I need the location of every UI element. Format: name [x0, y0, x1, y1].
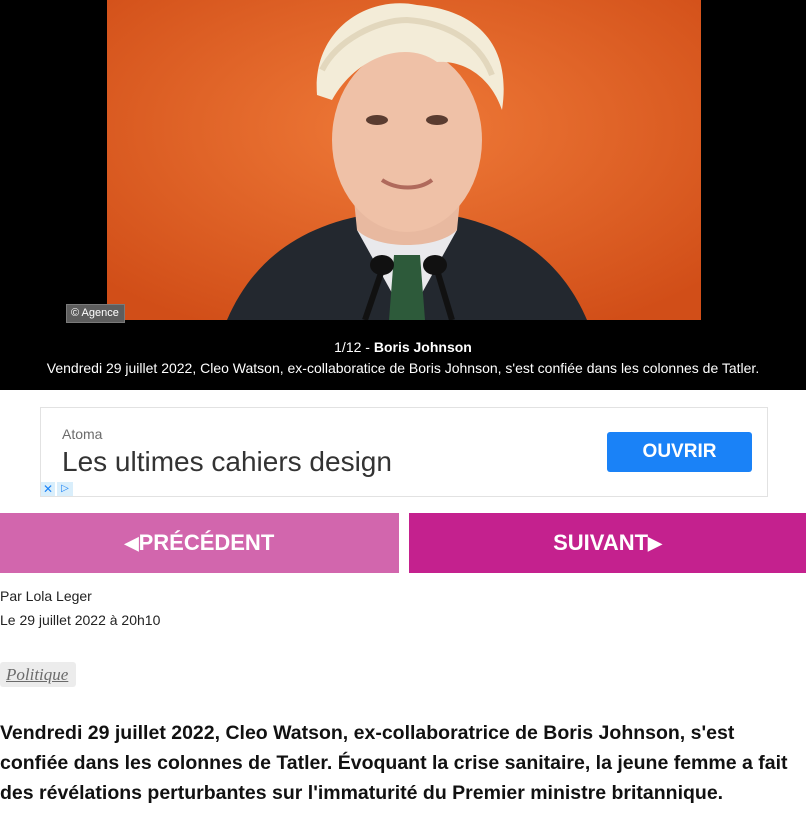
gallery-caption-text: Vendredi 29 juillet 2022, Cleo Watson, e… — [46, 360, 760, 376]
article-date: Le 29 juillet 2022 à 20h10 — [0, 612, 161, 628]
photo-credit: © Agence — [66, 304, 125, 323]
next-label: SUIVANT — [553, 530, 649, 555]
tag-politique[interactable]: Politique — [0, 662, 77, 687]
ad-banner[interactable]: Atoma Les ultimes cahiers design OUVRIR … — [40, 407, 768, 497]
gallery-counter: 1/12 - — [334, 339, 374, 355]
article-lead: Vendredi 29 juillet 2022, Cleo Watson, e… — [0, 722, 788, 804]
article-author: Par Lola Leger — [0, 588, 92, 604]
photo-gallery: © Agence 1/12 - Boris Johnson Vendredi 2… — [0, 0, 806, 390]
gallery-photo[interactable] — [107, 0, 701, 320]
gallery-title: Boris Johnson — [373, 339, 472, 355]
adchoices-icon[interactable]: ▷ — [57, 482, 73, 496]
previous-label: PRÉCÉDENT — [138, 530, 275, 555]
gallery-caption: 1/12 - Boris Johnson Vendredi 29 juillet… — [0, 338, 806, 378]
next-button[interactable]: SUIVANT ▶ — [409, 513, 806, 573]
portrait-illustration — [107, 0, 701, 320]
close-icon[interactable]: ✕ — [41, 482, 55, 496]
ad-open-button[interactable]: OUVRIR — [607, 432, 752, 472]
arrow-right-icon: ▶ — [648, 532, 662, 553]
arrow-left-icon: ◀ — [124, 532, 139, 553]
ad-title[interactable]: Les ultimes cahiers design — [62, 446, 392, 478]
ad-brand: Atoma — [62, 426, 103, 442]
previous-button[interactable]: ◀ PRÉCÉDENT — [0, 513, 399, 573]
